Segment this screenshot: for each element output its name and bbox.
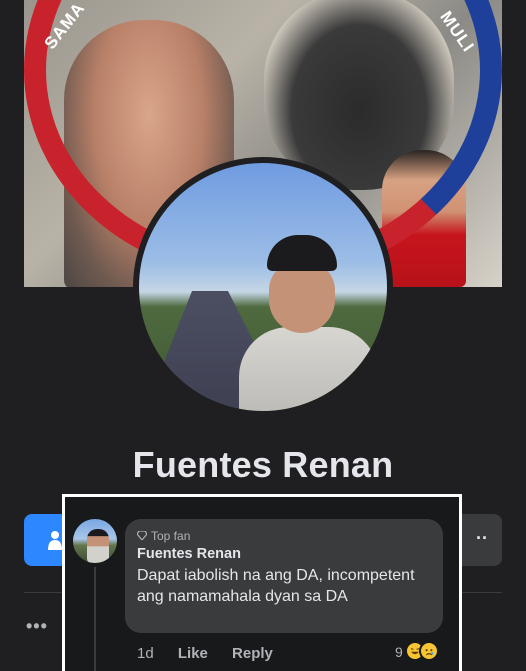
reply-button[interactable]: Reply xyxy=(232,645,273,662)
profile-picture[interactable] xyxy=(139,163,387,411)
thread-line xyxy=(94,567,96,671)
comment-bubble: Top fan Fuentes Renan Dapat iabolish na … xyxy=(125,519,443,633)
top-fan-label: Top fan xyxy=(151,529,191,543)
commenter-avatar[interactable] xyxy=(73,519,117,563)
ellipsis-icon[interactable]: ••• xyxy=(26,616,48,637)
comment-actions: 1d Like Reply xyxy=(137,645,293,662)
facebook-profile-screenshot: SAMA MULI Fuentes Renan ·· ••• Top fan F… xyxy=(0,0,526,671)
diamond-icon xyxy=(137,531,147,540)
sad-emoji-icon xyxy=(419,641,439,661)
man-in-beanie xyxy=(239,235,379,411)
comment-author[interactable]: Fuentes Renan xyxy=(137,546,241,562)
comment-highlight: Top fan Fuentes Renan Dapat iabolish na … xyxy=(62,494,462,671)
comment-time[interactable]: 1d xyxy=(137,645,154,662)
person-icon xyxy=(48,531,62,550)
profile-name: Fuentes Renan xyxy=(132,444,394,485)
comment-text: Dapat iabolish na ang DA, incompetent an… xyxy=(137,567,415,605)
like-button[interactable]: Like xyxy=(178,645,208,662)
reaction-count: 9 xyxy=(395,644,403,660)
top-fan-badge: Top fan xyxy=(137,529,190,543)
